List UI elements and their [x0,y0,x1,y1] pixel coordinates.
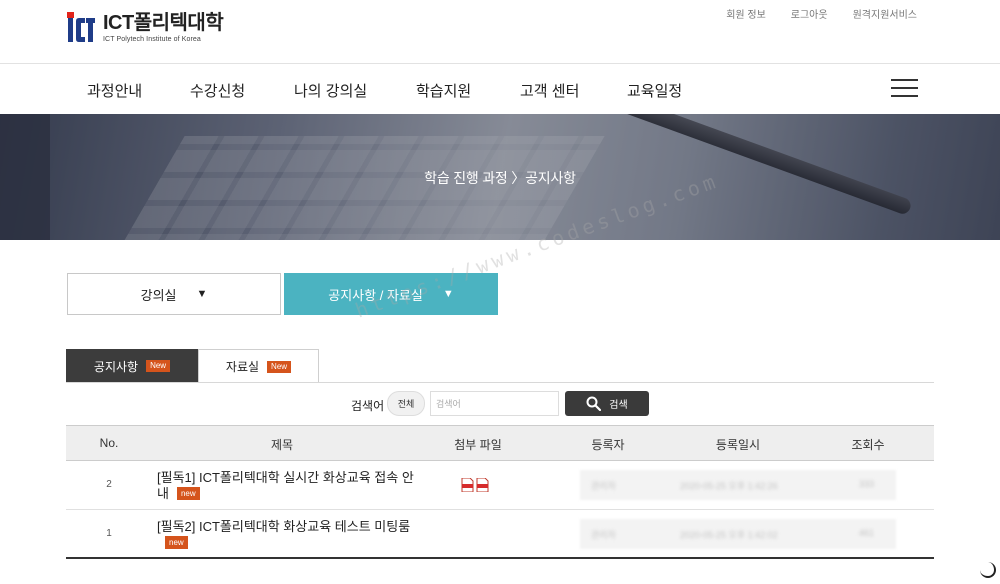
row-date: 2020-05-25 오후 1:42:26 [680,481,778,491]
notice-library-label: 공지사항 / 자료실 [328,287,423,303]
logo-icon [66,12,96,44]
logout-link[interactable]: 로그아웃 [791,6,828,21]
member-info-link[interactable]: 회원 정보 [726,6,766,21]
tab-library[interactable]: 자료실 New [198,349,319,383]
remote-support-link[interactable]: 원격지원서비스 [853,6,917,21]
col-attachment: 첨부 파일 [454,438,502,452]
nav-customer-center[interactable]: 고객 센터 [520,80,579,101]
row-author: 관리자 [591,530,616,540]
nav-my-classroom[interactable]: 나의 강의실 [294,80,367,101]
loading-spinner-icon [980,562,996,578]
new-badge: new [165,536,188,549]
new-badge: New [267,360,292,373]
col-title: 제목 [270,438,294,452]
search-label: 검색어 [351,399,385,413]
tab-library-label: 자료실 [225,360,260,374]
row-views: 461 [859,528,875,538]
chevron-down-icon: ▼ [196,288,208,300]
table-row[interactable]: 2 [필독1] ICT폴리텍대학 실시간 화상교육 접속 안내 new 관리자 2… [66,461,934,510]
tab-divider [66,382,934,383]
utility-links: 회원 정보 로그아웃 원격지원서비스 [726,6,917,21]
new-badge: new [176,487,200,500]
nav-course-guide[interactable]: 과정안내 [87,80,142,101]
chevron-down-icon: ▼ [442,288,454,300]
col-views: 조회수 [851,438,885,452]
row-number: 2 [106,479,112,490]
menu-icon[interactable] [891,79,918,99]
lecture-room-label: 강의실 [140,287,177,303]
new-badge: New [146,360,171,372]
col-date: 등록일시 [715,438,761,452]
logo-title: ICT폴리텍대학 [103,12,224,34]
col-author: 등록자 [591,438,625,452]
tab-notice-label: 공지사항 [93,359,139,374]
breadcrumb: 학습 진행 과정 〉공지사항 [424,170,576,186]
nav-learning-support[interactable]: 학습지원 [416,80,471,101]
logo-subtitle: ICT Polytech Institute of Korea [103,36,201,43]
search-button-label: 검색 [609,400,628,411]
col-no: No. [99,436,119,450]
nav-enrollment[interactable]: 수강신청 [190,80,245,101]
main-navigation: 과정안내 수강신청 나의 강의실 학습지원 고객 센터 교육일정 [0,64,1000,114]
row-date: 2020-05-25 오후 1:42:02 [680,530,778,540]
row-number: 1 [106,528,112,539]
row-title-text: [필독2] ICT폴리텍대학 화상교육 테스트 미팅룸 [157,519,411,534]
site-logo[interactable]: ICT폴리텍대학 ICT Polytech Institute of Korea [66,12,224,44]
attachment-list [461,478,489,492]
notice-library-dropdown[interactable]: 공지사항 / 자료실 ▼ [284,273,498,315]
table-header: No. 제목 첨부 파일 등록자 등록일시 조회수 [66,425,934,461]
row-title[interactable]: [필독1] ICT폴리텍대학 실시간 화상교육 접속 안내 new [157,470,422,502]
row-title[interactable]: [필독2] ICT폴리텍대학 화상교육 테스트 미팅룸 new [157,519,422,551]
pdf-file-icon[interactable] [476,478,489,492]
top-bar: ICT폴리텍대학 ICT Polytech Institute of Korea… [0,0,1000,64]
pdf-file-icon[interactable] [461,478,474,492]
table-row[interactable]: 1 [필독2] ICT폴리텍대학 화상교육 테스트 미팅룸 new 관리자 202… [66,510,934,559]
lecture-room-dropdown[interactable]: 강의실 ▼ [67,273,281,315]
row-views: 333 [859,479,875,489]
search-icon [586,396,602,411]
tab-notice[interactable]: 공지사항 New [66,349,198,383]
row-author: 관리자 [591,481,616,491]
search-input[interactable] [430,391,559,416]
nav-schedule[interactable]: 교육일정 [627,80,682,101]
search-scope-value: 전체 [397,399,415,409]
search-button[interactable]: 검색 [565,391,649,416]
search-scope-select[interactable]: 전체 [387,391,425,416]
